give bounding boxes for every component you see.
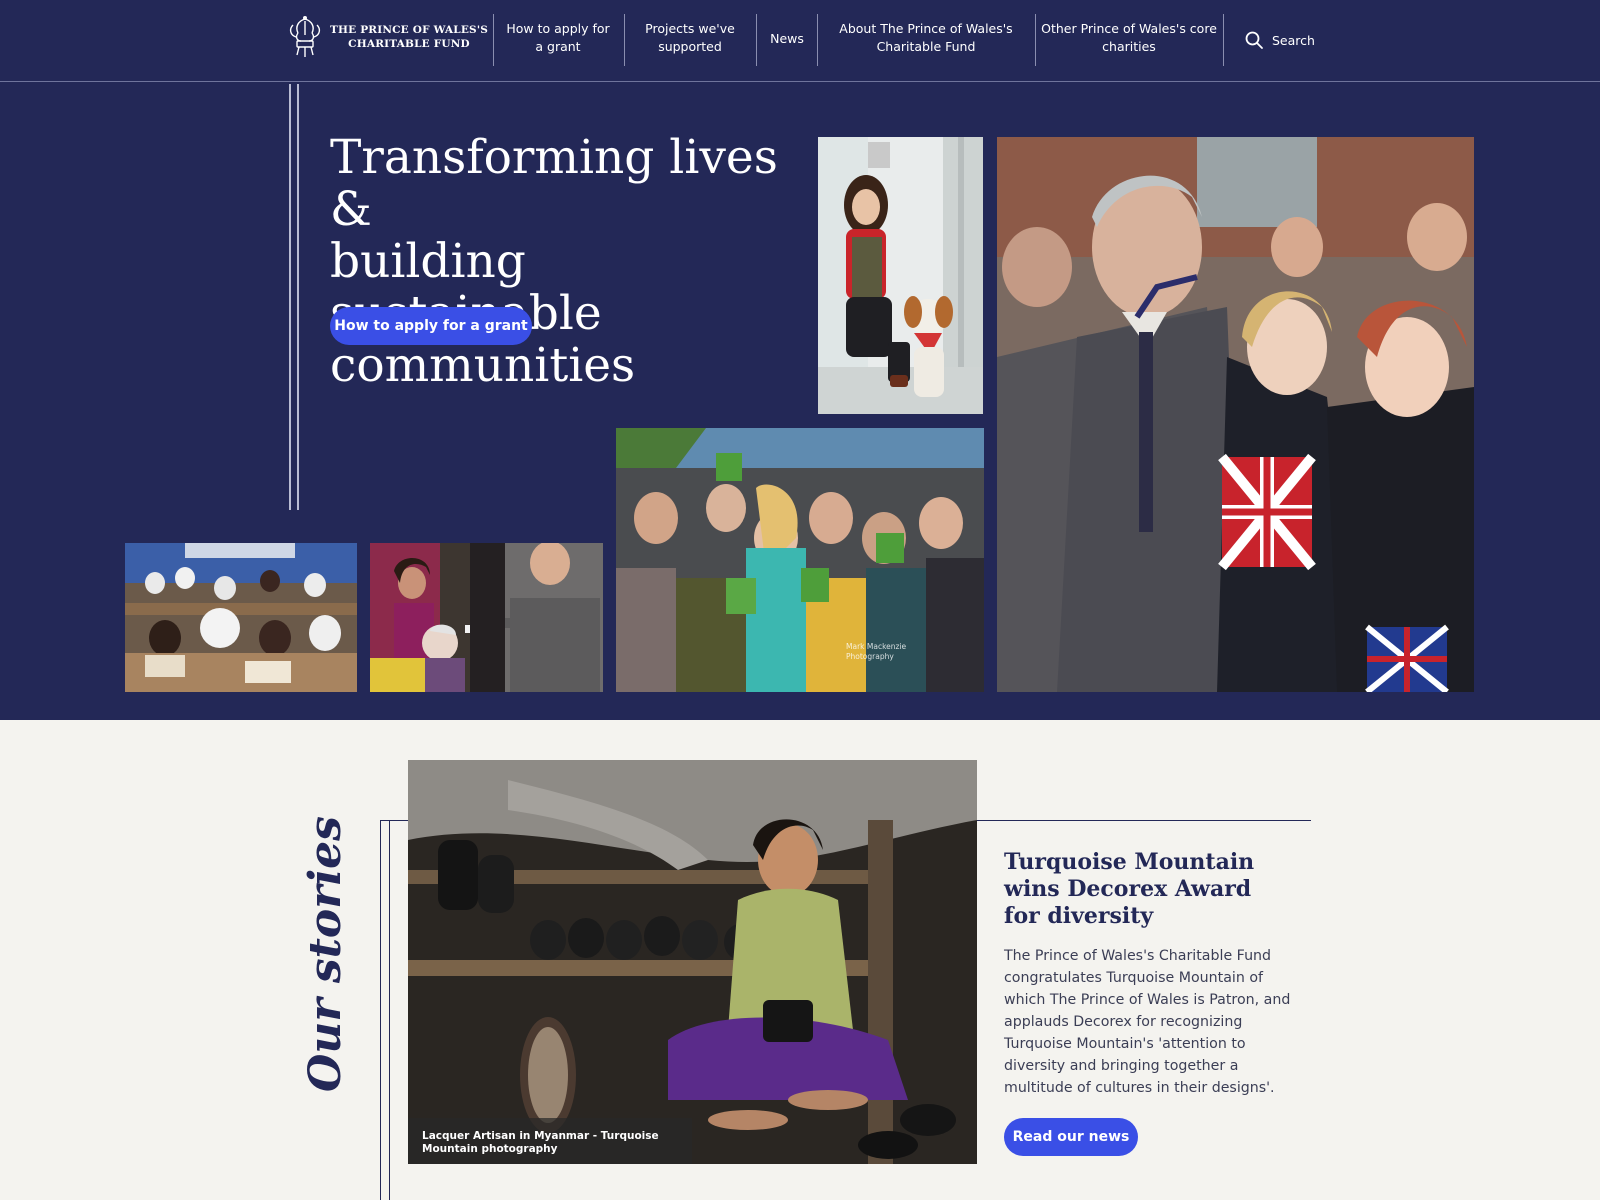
hero-title: Transforming lives & building sustainabl…: [330, 132, 810, 392]
nav-item-other-charities[interactable]: Other Prince of Wales's core charities: [1040, 20, 1218, 56]
photo-caption: Lacquer Artisan in Myanmar - Turquoise M…: [408, 1118, 692, 1164]
nav-item-label: How to apply for: [506, 21, 610, 36]
photo-credit: Mark Mackenzie Photography: [846, 642, 906, 662]
story-body: The Prince of Wales's Charitable Fund co…: [1004, 948, 1291, 1096]
nav-divider: [624, 14, 625, 66]
stories-heading: Our stories: [300, 816, 351, 1092]
search-icon: [1245, 31, 1263, 49]
site-logo[interactable]: THE PRINCE OF WALES'S CHARITABLE FUND: [286, 14, 488, 60]
nav-item-news[interactable]: News: [763, 30, 811, 48]
nav-item-label: About The Prince of Wales's: [839, 21, 1013, 36]
read-news-button[interactable]: Read our news: [1004, 1118, 1138, 1156]
photo-prince-with-elderly-woman: [370, 543, 603, 692]
nav-item-label: charities: [1102, 39, 1156, 54]
photo-crowd-with-flags: Mark Mackenzie Photography: [616, 428, 984, 692]
photo-credit-line: Photography: [846, 652, 894, 661]
nav-divider: [1035, 14, 1036, 66]
decorative-rule: [977, 820, 1311, 821]
story-title[interactable]: Turquoise Mountain wins Decorex Award fo…: [1004, 849, 1294, 930]
nav-item-about[interactable]: About The Prince of Wales's Charitable F…: [826, 20, 1026, 56]
story-photo[interactable]: Lacquer Artisan in Myanmar - Turquoise M…: [408, 760, 977, 1164]
decorative-rule: [380, 820, 381, 1200]
nav-item-how-to-apply[interactable]: How to apply for a grant: [502, 20, 614, 56]
decorative-rule: [289, 84, 291, 510]
decorative-rule: [297, 84, 299, 510]
decorative-rule: [380, 820, 408, 821]
nav-item-label: supported: [658, 39, 722, 54]
nav-item-label: a grant: [535, 39, 581, 54]
decorative-rule: [389, 820, 390, 1200]
nav-divider: [1223, 14, 1224, 66]
photo-woman-with-dog: [818, 137, 983, 414]
logo-line-2: CHARITABLE FUND: [348, 38, 470, 50]
crest-icon: [289, 16, 321, 57]
nav-divider: [817, 14, 818, 66]
site-header: THE PRINCE OF WALES'S CHARITABLE FUND Ho…: [0, 0, 1600, 82]
nav-divider: [493, 14, 494, 66]
nav-divider: [756, 14, 757, 66]
nav-item-label: Other Prince of Wales's core: [1041, 21, 1217, 36]
lacquer-artisan-image: [408, 760, 977, 1164]
nav-item-label: News: [770, 31, 804, 46]
hero-title-line: Transforming lives &: [330, 130, 778, 237]
search-label: Search: [1272, 32, 1315, 48]
search-button[interactable]: Search: [1244, 30, 1315, 50]
logo-line-1: THE PRINCE OF WALES'S: [330, 24, 489, 36]
photo-prince-with-schoolchildren: [997, 137, 1474, 692]
logo-wordmark: THE PRINCE OF WALES'S CHARITABLE FUND: [330, 23, 488, 51]
nav-item-label: Projects we've: [645, 21, 735, 36]
nav-item-label: Charitable Fund: [876, 39, 976, 54]
hero-section: Transforming lives & building sustainabl…: [0, 82, 1600, 720]
hero-title-line: communities: [330, 338, 636, 393]
apply-grant-button[interactable]: How to apply for a grant: [330, 307, 532, 345]
photo-credit-line: Mark Mackenzie: [846, 642, 907, 651]
nav-item-projects[interactable]: Projects we've supported: [632, 20, 748, 56]
photo-classroom: [125, 543, 357, 692]
